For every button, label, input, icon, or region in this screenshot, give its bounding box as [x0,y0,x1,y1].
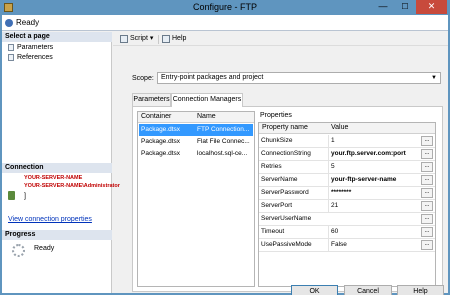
select-page-header: Select a page [2,32,112,42]
properties-label: Properties [260,112,292,119]
table-row[interactable]: Package.dtsx FTP Connection... [139,124,253,136]
column-header-value: Value [331,124,349,131]
page-icon [8,54,14,61]
table-row[interactable]: Package.dtsx localhost.sql-ce... [139,148,253,160]
property-value[interactable]: your.ftp.server.com:port [328,148,420,160]
ok-button[interactable]: OK [291,285,338,295]
column-header-property-name: Property name [262,124,308,131]
property-name: ServerPort [261,202,293,209]
property-value[interactable]: 1 [328,135,420,147]
ellipsis-button[interactable]: ... [421,201,433,211]
cell-container: Package.dtsx [141,138,181,145]
connection-bracket: ] [24,193,26,200]
property-value[interactable]: False [328,239,420,251]
ellipsis-button[interactable]: ... [421,136,433,146]
column-header-name: Name [197,113,216,120]
property-name: UsePassiveMode [261,241,312,248]
property-row[interactable]: UsePassiveMode False... [259,239,435,252]
scope-dropdown[interactable]: Entry-point packages and project ▼ [157,72,441,84]
property-name: Timeout [261,228,285,235]
page-item-label: References [17,54,53,61]
view-connection-properties-link[interactable]: View connection properties [8,216,92,223]
help-button[interactable]: Help [397,285,444,295]
connection-server: YOUR-SERVER-NAME [24,175,83,181]
property-row[interactable]: Retries 5... [259,161,435,174]
property-value[interactable]: ******** [328,187,420,199]
connection-managers-panel: Container Name Package.dtsx FTP Connecti… [132,106,443,292]
status-text: Ready [16,18,40,27]
progress-header: Progress [2,230,112,240]
help-label: Help [172,35,187,42]
property-value[interactable]: your-ftp-server-name [328,174,420,186]
property-name: ChunkSize [261,137,293,144]
minimize-button[interactable]: — [372,0,394,14]
property-row[interactable]: ConnectionString your.ftp.server.com:port… [259,148,435,161]
property-value[interactable]: 5 [328,161,420,173]
help-icon [162,35,170,43]
ellipsis-button[interactable]: ... [421,175,433,185]
property-row[interactable]: ServerPassword ********... [259,187,435,200]
dialog-client: Ready Select a page Parameters Reference… [2,15,448,295]
cell-name: FTP Connection... [197,126,250,133]
cell-name: localhost.sql-ce... [197,150,248,157]
ellipsis-button[interactable]: ... [421,162,433,172]
script-label: Script [130,35,148,42]
cell-container: Package.dtsx [141,150,181,157]
property-row[interactable]: Timeout 60... [259,226,435,239]
ellipsis-button[interactable]: ... [421,149,433,159]
status-bar: Ready [2,15,448,31]
cancel-button[interactable]: Cancel [344,285,392,295]
table-row[interactable]: Package.dtsx Flat File Connec... [139,136,253,148]
properties-grid: Property name Value ChunkSize 1... Connect… [258,122,436,287]
column-header-container: Container [141,113,172,120]
tab-parameters[interactable]: Parameters [132,93,171,106]
maximize-button[interactable]: ☐ [394,0,416,14]
chevron-down-icon: ▼ [431,75,437,81]
property-name: ConnectionString [261,150,311,157]
progress-status: Ready [34,245,55,252]
property-row[interactable]: ServerName your-ftp-server-name... [259,174,435,187]
ellipsis-button[interactable]: ... [421,188,433,198]
connection-header: Connection [2,163,112,173]
left-pane: Select a page Parameters References Conn… [2,32,120,293]
cell-name: Flat File Connec... [197,138,250,145]
property-value[interactable]: 21 [328,200,420,212]
script-icon [120,35,128,43]
containers-grid-header: Container Name [138,112,254,123]
containers-grid: Container Name Package.dtsx FTP Connecti… [137,111,255,287]
property-row[interactable]: ServerPort 21... [259,200,435,213]
help-toolbar-button[interactable]: Help [162,34,186,44]
info-icon [5,19,13,27]
property-value[interactable]: 60 [328,226,420,238]
connection-user: YOUR-SERVER-NAME\Administrator [24,183,120,189]
page-item-parameters[interactable]: Parameters [8,43,53,52]
property-name: ServerName [261,176,298,183]
properties-grid-header: Property name Value [259,123,435,134]
ellipsis-button[interactable]: ... [421,227,433,237]
script-button[interactable]: Script ▾ [120,34,153,44]
toolbar: Script ▾ Help [113,32,448,46]
main-pane: Script ▾ Help Scope: Entry-point package… [113,32,448,293]
tab-connection-managers[interactable]: Connection Managers [171,93,243,107]
ellipsis-button[interactable]: ... [421,214,433,224]
cell-container: Package.dtsx [141,126,181,133]
scope-value: Entry-point packages and project [161,74,264,81]
ellipsis-button[interactable]: ... [421,240,433,250]
page-item-label: Parameters [17,44,54,51]
toolbar-separator [158,35,159,44]
page-icon [8,44,14,51]
property-name: Retries [261,163,282,170]
page-item-references[interactable]: References [8,53,53,62]
property-row[interactable]: ServerUserName... [259,213,435,226]
close-button[interactable]: ✕ [416,0,447,14]
property-name: ServerUserName [261,215,312,222]
progress-spinner-icon [12,244,25,257]
scope-label: Scope: [132,75,154,82]
chevron-down-icon: ▾ [149,35,154,42]
property-row[interactable]: ChunkSize 1... [259,135,435,148]
title-bar: Configure - FTP — ☐ ✕ [0,0,450,15]
property-name: ServerPassword [261,189,309,196]
server-icon [8,191,15,200]
